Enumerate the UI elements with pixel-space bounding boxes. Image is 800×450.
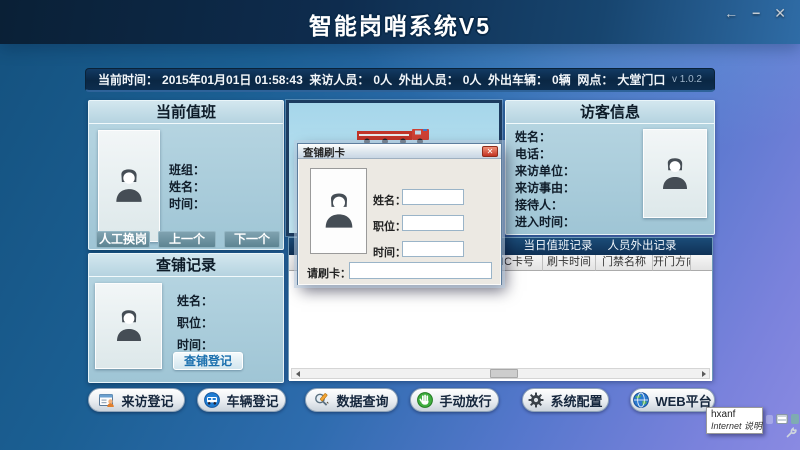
web-platform-icon — [633, 392, 649, 408]
ime-dots-icon[interactable] — [766, 415, 773, 424]
person-icon — [110, 167, 148, 205]
dialog-time-input[interactable] — [402, 241, 464, 257]
language-bar-name: hxanf — [711, 409, 758, 421]
data-query-button[interactable]: 数据查询 — [305, 388, 398, 412]
dialog-body: 姓名： 职位： 时间： 请刷卡： — [298, 159, 501, 285]
duty-time-label: 时间： — [169, 195, 205, 212]
visitor-reason-label: 来访事由： — [515, 179, 575, 196]
current-duty-panel: 当前值班 班组： 姓名： 时间： 人工换岗 上一个 下一个 — [88, 100, 284, 250]
bedcheck-panel: 查铺记录 姓名： 职位： 时间： 查铺登记 — [88, 253, 284, 383]
web-platform-button[interactable]: WEB平台 — [630, 388, 715, 412]
scrollbar-thumb[interactable] — [490, 369, 518, 378]
horizontal-scrollbar[interactable] — [291, 368, 710, 379]
scroll-left-icon[interactable] — [292, 369, 303, 378]
ime-status-icon[interactable] — [791, 414, 799, 424]
column-header-swipe-time: 刷卡时间 — [543, 255, 596, 271]
column-header-spare — [691, 255, 712, 271]
duty-name-label: 姓名： — [169, 178, 205, 195]
keyboard-icon[interactable] — [776, 414, 788, 424]
dialog-title-bar[interactable]: 查铺刷卡 ✕ — [298, 144, 501, 159]
page-title: 智能岗哨系统V5 — [0, 7, 800, 41]
window-controls: ← − ✕ — [724, 5, 786, 21]
visitor-name-label: 姓名： — [515, 128, 551, 145]
previous-button[interactable]: 上一个 — [158, 231, 216, 248]
version-label: v 1.0.2 — [672, 74, 702, 85]
person-icon — [111, 308, 147, 344]
status-current-time: 当前时间： 2015年01月01日 01:58:43 — [98, 71, 303, 88]
vehicle-register-button[interactable]: 车辆登记 — [197, 388, 286, 412]
dialog-name-input[interactable] — [402, 189, 464, 205]
dialog-swipe-label: 请刷卡： — [307, 265, 351, 281]
status-visitors: 来访人员： 0人 — [309, 71, 392, 88]
visitor-info-title: 访客信息 — [506, 101, 714, 124]
language-bar-tooltip: hxanf Internet 说明 — [706, 407, 763, 434]
visitor-register-icon — [99, 392, 115, 408]
bedcheck-title: 查铺记录 — [89, 254, 283, 277]
bedcheck-position-label: 职位： — [177, 314, 213, 331]
visitor-photo-placeholder — [643, 129, 707, 218]
status-out-people: 外出人员： 0人 — [399, 71, 482, 88]
minimize-icon[interactable]: − — [752, 5, 760, 21]
dialog-close-icon[interactable]: ✕ — [482, 146, 498, 157]
scroll-right-icon[interactable] — [698, 369, 709, 378]
bedcheck-name-label: 姓名： — [177, 292, 213, 309]
manual-shift-button[interactable]: 人工换岗 — [96, 231, 150, 248]
data-query-icon — [314, 392, 330, 408]
system-config-icon — [528, 392, 544, 408]
person-icon — [319, 191, 359, 231]
dialog-swipe-input[interactable] — [349, 262, 492, 279]
dialog-title: 查铺刷卡 — [303, 145, 345, 160]
bedcheck-swipe-dialog: 查铺刷卡 ✕ 姓名： 职位： 时间： 请刷卡： — [297, 143, 502, 285]
column-header-door-name: 门禁名称 — [596, 255, 653, 271]
duty-team-label: 班组： — [169, 161, 205, 178]
tab-personnel-out-records[interactable]: 人员外出记录 — [601, 238, 683, 255]
bedcheck-time-label: 时间： — [177, 336, 213, 353]
person-icon — [657, 156, 693, 192]
visitor-entry-time-label: 进入时间： — [515, 213, 575, 230]
manual-release-button[interactable]: 手动放行 — [410, 388, 499, 412]
manual-release-icon — [417, 392, 433, 408]
status-site: 网点： 大堂门口 — [577, 71, 665, 88]
visitor-register-button[interactable]: 来访登记 — [88, 388, 185, 412]
visitor-host-label: 接待人： — [515, 196, 563, 213]
dialog-position-input[interactable] — [402, 215, 464, 231]
bedcheck-register-button[interactable]: 查铺登记 — [173, 352, 243, 370]
language-bar-desc: Internet 说明 — [711, 421, 758, 431]
close-icon[interactable]: ✕ — [774, 5, 786, 21]
dialog-photo-placeholder — [310, 168, 367, 254]
visitor-company-label: 来访单位： — [515, 162, 575, 179]
visitor-info-panel: 访客信息 姓名： 电话： 来访单位： 来访事由： 接待人： 进入时间： — [505, 100, 715, 235]
next-button[interactable]: 下一个 — [224, 231, 280, 248]
tab-today-duty-records[interactable]: 当日值班记录 — [517, 238, 599, 255]
status-bar: 当前时间： 2015年01月01日 01:58:43 来访人员： 0人 外出人员… — [85, 68, 715, 92]
visitor-phone-label: 电话： — [515, 145, 551, 162]
vehicle-register-icon — [204, 392, 220, 408]
status-out-vehicles: 外出车辆： 0辆 — [488, 71, 571, 88]
current-duty-title: 当前值班 — [89, 101, 283, 124]
wrench-icon[interactable] — [786, 427, 797, 438]
column-header-door-direction: 开门方向 — [653, 255, 691, 271]
app-window: 智能岗哨系统V5 ← − ✕ 当前时间： 2015年01月01日 01:58:4… — [0, 0, 800, 450]
bedcheck-photo-placeholder — [95, 283, 162, 369]
duty-photo-placeholder — [98, 130, 160, 242]
back-icon[interactable]: ← — [724, 5, 738, 21]
system-config-button[interactable]: 系统配置 — [522, 388, 609, 412]
